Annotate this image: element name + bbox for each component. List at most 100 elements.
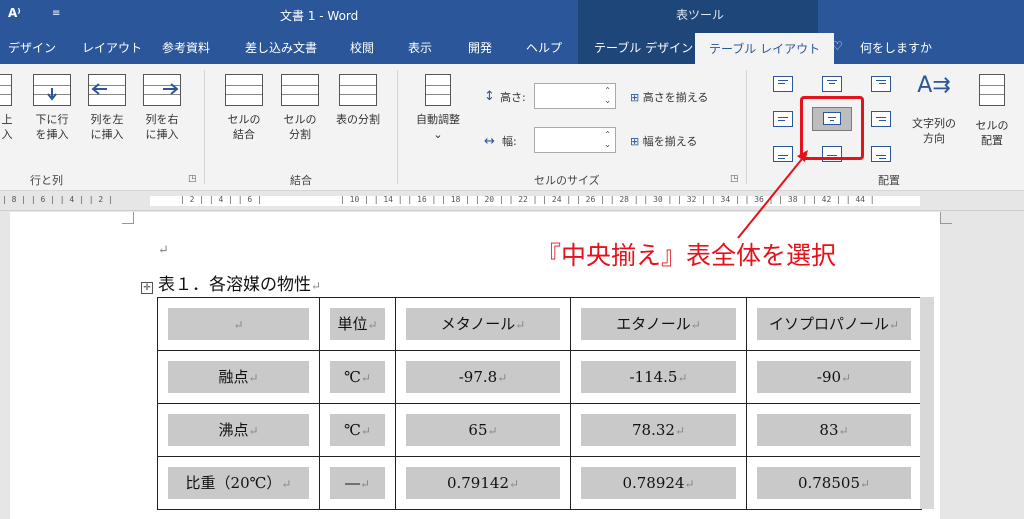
lightbulb-icon[interactable]: ♡ <box>832 39 843 53</box>
tab-review[interactable]: 校閲 <box>350 39 374 56</box>
align-center-left-button[interactable] <box>773 111 793 127</box>
table-cell[interactable]: 0.78924↵ <box>581 467 736 499</box>
height-spinner-icon[interactable]: ⌃ ⌄ <box>604 86 611 106</box>
group-label-alignment: 配置 <box>878 174 900 187</box>
table-cell[interactable]: 78.32↵ <box>581 414 736 446</box>
tell-me-search[interactable]: 何をしますか <box>860 39 932 56</box>
distribute-rows-icon: ⊞ <box>630 91 640 104</box>
table-move-handle-icon[interactable]: ✛ <box>141 282 153 294</box>
row-height-input[interactable]: ⌃ ⌄ <box>534 83 616 109</box>
table-cell[interactable]: 0.79142↵ <box>406 467 560 499</box>
solvent-table[interactable]: ↵ 単位↵ メタノール↵ エタノール↵ イソプロパノール↵ 融点↵ ℃↵ -97… <box>157 297 922 510</box>
width-spinner-icon[interactable]: ⌃ ⌄ <box>604 130 611 150</box>
word-window: A⁾ ≡ 文書 1 - Word 表ツール デザイン レイアウト 参考資料 差し… <box>0 0 1024 519</box>
tab-design[interactable]: デザイン <box>8 39 56 56</box>
distribute-rows-button[interactable]: ⊞ 高さを揃える <box>630 90 708 105</box>
ruler-numbers-mid: | 2 | | 4 | | 6 | <box>180 195 262 204</box>
tab-references[interactable]: 参考資料 <box>162 39 210 56</box>
quick-access-customize-icon[interactable]: ≡ <box>52 8 60 19</box>
annotation-text: 『中央揃え』表全体を選択 <box>536 241 837 270</box>
table-cell[interactable]: 65↵ <box>406 414 560 446</box>
tab-layout[interactable]: レイアウト <box>82 39 142 56</box>
distribute-cols-button[interactable]: ⊞ 幅を揃える <box>630 134 697 149</box>
table-cell[interactable]: 単位↵ <box>330 308 385 340</box>
tab-table-design[interactable]: テーブル デザイン <box>594 39 693 56</box>
window-title: 文書 1 - Word <box>280 9 359 23</box>
align-bottom-left-button[interactable] <box>773 146 793 162</box>
group-label-merge: 結合 <box>290 174 312 187</box>
tab-mailings[interactable]: 差し込み文書 <box>245 39 317 56</box>
align-center-right-button[interactable] <box>871 111 891 127</box>
align-top-left-button[interactable] <box>773 76 793 92</box>
insert-left-icon <box>88 74 126 106</box>
table-cell[interactable]: 比重（20℃）↵ <box>168 467 309 499</box>
autofit-icon <box>425 74 451 106</box>
table-tools-label: 表ツール <box>676 8 725 22</box>
cell-margins-button[interactable]: セルの 配置 <box>968 74 1016 148</box>
insert-below-icon <box>33 74 71 106</box>
table-cell[interactable]: -90↵ <box>757 361 911 393</box>
read-aloud-icon[interactable]: A⁾ <box>8 6 21 20</box>
table-caption[interactable]: 表１．各溶媒の物性↵ <box>158 270 321 295</box>
cell-size-launcher-icon[interactable]: ◳ <box>730 174 739 184</box>
cell-margins-icon <box>979 74 1005 106</box>
insert-right-icon <box>143 74 181 106</box>
text-direction-icon: A⇉ <box>917 73 951 98</box>
split-table-icon <box>339 74 377 106</box>
paragraph-mark: ↵ <box>158 243 169 258</box>
table-cell[interactable]: ℃↵ <box>330 361 385 393</box>
table-cell[interactable]: ℃↵ <box>330 414 385 446</box>
tab-help[interactable]: ヘルプ <box>526 39 562 56</box>
tab-view[interactable]: 表示 <box>408 39 432 56</box>
table-cell[interactable]: 83↵ <box>757 414 911 446</box>
split-table-button[interactable]: 表の分割 <box>330 74 386 127</box>
text-direction-button[interactable]: A⇉ 文字列の 方向 <box>906 72 962 146</box>
ribbon-tabs: デザイン レイアウト 参考資料 差し込み文書 校閲 表示 開発 ヘルプ テーブル… <box>0 30 1024 64</box>
insert-right-button[interactable]: 列を右 に挿入 <box>140 74 184 142</box>
width-label: 幅: <box>502 135 517 148</box>
group-divider <box>746 70 747 184</box>
table-row: 融点↵ ℃↵ -97.8↵ -114.5↵ -90↵ <box>157 350 922 404</box>
row-height-icon: ↕ <box>484 89 495 104</box>
tab-developer[interactable]: 開発 <box>468 39 492 56</box>
split-cells-icon <box>281 74 319 106</box>
insert-below-button[interactable]: 下に行 を挿入 <box>30 74 74 142</box>
group-divider <box>204 70 205 184</box>
group-label-rows-cols: 行と列 <box>30 174 63 187</box>
title-bar: A⁾ ≡ 文書 1 - Word 表ツール <box>0 0 1024 30</box>
table-row: 比重（20℃）↵ ―↵ 0.79142↵ 0.78924↵ 0.78505↵ <box>157 456 922 510</box>
autofit-button[interactable]: 自動調整 ⌄ <box>410 74 466 142</box>
rows-cols-launcher-icon[interactable]: ◳ <box>188 174 197 184</box>
align-bottom-right-button[interactable] <box>871 146 891 162</box>
crop-mark <box>940 212 952 224</box>
ruler-numbers-left: | 8 | | 6 | | 4 | | 2 | <box>2 195 113 204</box>
align-top-right-button[interactable] <box>871 76 891 92</box>
align-top-center-button[interactable] <box>822 76 842 92</box>
insert-left-button[interactable]: 列を左 に挿入 <box>85 74 129 142</box>
table-cell[interactable]: 融点↵ <box>168 361 309 393</box>
table-selection-edge <box>920 297 934 509</box>
table-cell[interactable]: 0.78505↵ <box>757 467 911 499</box>
table-cell[interactable]: メタノール↵ <box>406 308 560 340</box>
horizontal-ruler[interactable]: | 8 | | 6 | | 4 | | 2 | | 2 | | 4 | | 6 … <box>0 191 1024 211</box>
merge-cells-button[interactable]: セルの 結合 <box>222 74 266 142</box>
table-cell[interactable]: イソプロパノール↵ <box>757 308 911 340</box>
table-cell[interactable]: -114.5↵ <box>581 361 736 393</box>
table-cell[interactable]: 沸点↵ <box>168 414 309 446</box>
highlight-box <box>800 96 864 160</box>
distribute-cols-icon: ⊞ <box>630 135 640 148</box>
column-width-input[interactable]: ⌃ ⌄ <box>534 127 616 153</box>
table-cell[interactable]: ―↵ <box>330 467 385 499</box>
table-row: 沸点↵ ℃↵ 65↵ 78.32↵ 83↵ <box>157 403 922 457</box>
split-cells-button[interactable]: セルの 分割 <box>278 74 322 142</box>
column-width-icon: ↔ <box>484 134 495 149</box>
insert-above-button[interactable]: 上 入 <box>0 74 20 142</box>
merge-cells-icon <box>225 74 263 106</box>
crop-mark <box>122 212 134 224</box>
table-cell[interactable]: エタノール↵ <box>581 308 736 340</box>
ruler-numbers-right: | 10 | | 14 | | 16 | | 18 | | 20 | | 22 … <box>340 195 875 204</box>
tab-table-layout[interactable]: テーブル レイアウト <box>695 33 835 64</box>
ribbon-table-layout: 上 入 下に行 を挿入 列を左 に挿入 列を右 に挿入 行と列 ◳ セルの 結合… <box>0 64 1024 191</box>
table-cell[interactable]: -97.8↵ <box>406 361 560 393</box>
table-cell[interactable]: ↵ <box>168 308 309 340</box>
